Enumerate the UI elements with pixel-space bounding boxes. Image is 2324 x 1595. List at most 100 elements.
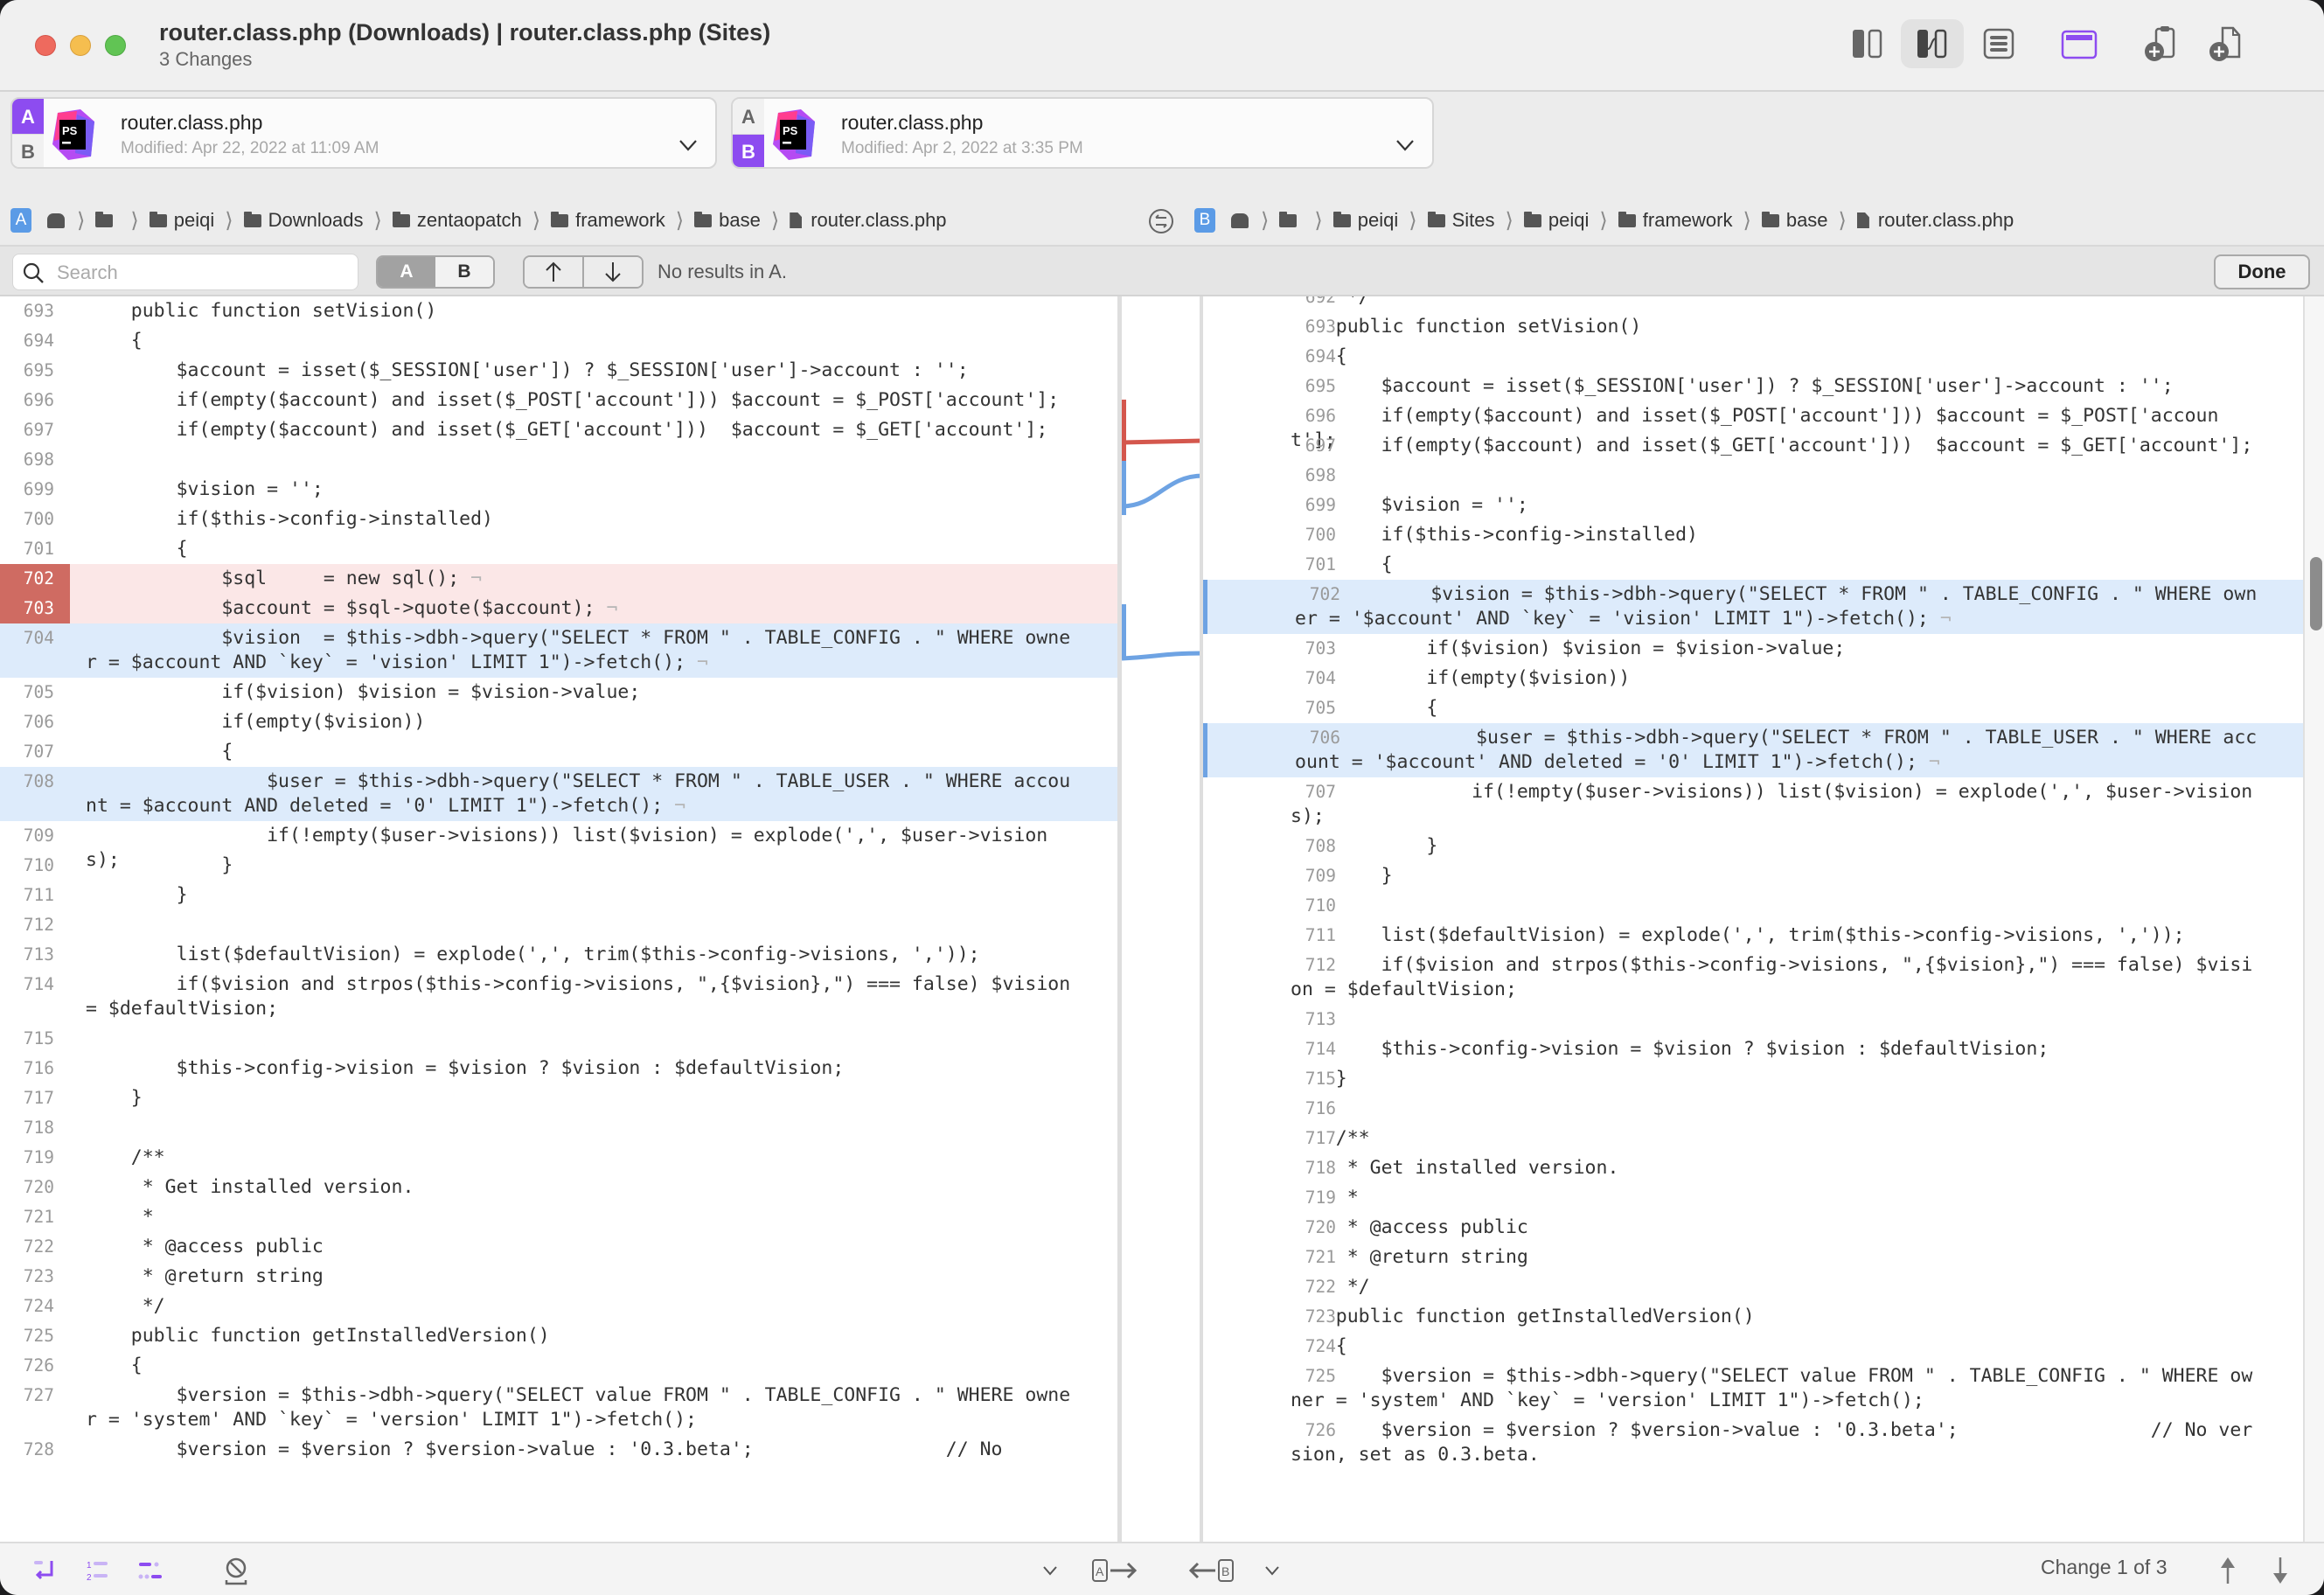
breadcrumb-item[interactable]: router.class.php: [790, 209, 947, 232]
file-b-code-pane[interactable]: 692 */693 public function setVision() 694…: [1203, 296, 2303, 1542]
code-text: $this->config->vision = $vision ? $visio…: [86, 1057, 845, 1079]
copy-b-to-a-button[interactable]: B: [1184, 1556, 1236, 1585]
code-line: 720 * Get installed version.: [0, 1173, 1117, 1202]
line-number: 719: [23, 1147, 54, 1167]
chevron-down-icon[interactable]: [1394, 134, 1416, 157]
folder-icon: [1427, 211, 1445, 227]
next-result-button[interactable]: [582, 257, 642, 287]
search-field: [12, 254, 358, 290]
breadcrumb-item[interactable]: peiqi: [1332, 209, 1398, 232]
wrap-lines-button[interactable]: [26, 1556, 61, 1585]
window-title: router.class.php (Downloads) | router.cl…: [159, 19, 771, 45]
search-scope-b[interactable]: B: [435, 257, 493, 287]
side-b-toggle[interactable]: B: [12, 134, 44, 167]
folder-icon: [1618, 211, 1636, 227]
chevron-right-icon: ⟩: [1505, 208, 1513, 233]
side-b-toggle[interactable]: B: [733, 134, 764, 167]
breadcrumb-item[interactable]: peiqi: [1523, 209, 1589, 232]
breadcrumb-item[interactable]: base: [1761, 209, 1828, 232]
search-input[interactable]: [57, 260, 345, 286]
file-b-selector[interactable]: A B PS router.class.php Modified: Apr 2,…: [731, 97, 1434, 169]
whitespace-button[interactable]: [133, 1556, 168, 1585]
code-text: public function getInstalledVersion(): [86, 1325, 550, 1347]
line-number: 724: [23, 1296, 54, 1316]
line-number: 700: [23, 509, 54, 529]
arrow-down-icon: [2273, 1557, 2287, 1584]
code-text: }: [86, 854, 233, 876]
previous-change-button[interactable]: [2212, 1556, 2244, 1585]
copy-a-right-icon: A: [1092, 1559, 1138, 1582]
breadcrumb-item[interactable]: zentaopatch: [392, 209, 522, 232]
code-text: }: [1291, 835, 1438, 857]
breadcrumb-item[interactable]: [95, 211, 120, 227]
breadcrumb-item[interactable]: router.class.php: [1856, 209, 2014, 232]
line-number: 695: [23, 360, 54, 380]
copy-a-to-b-button[interactable]: A: [1089, 1556, 1142, 1585]
swap-sides-icon[interactable]: [1147, 207, 1175, 235]
unified-view-button[interactable]: [1967, 19, 2030, 68]
svg-text:B: B: [1221, 1564, 1229, 1578]
changed-line: 706 $user = $this->dbh->query("SELECT * …: [1203, 723, 2303, 777]
line-number: 722: [23, 1236, 54, 1257]
code-text: * @return string: [86, 1265, 324, 1287]
line-ending-marker: ¬: [663, 795, 686, 817]
add-from-clipboard-button[interactable]: [2130, 19, 2193, 68]
code-line: 725 public function getInstalledVersion(…: [0, 1321, 1117, 1351]
phpstorm-file-icon: PS: [52, 109, 94, 160]
line-number: 701: [23, 539, 54, 559]
code-line: 712 if($vision and strpos($this->config-…: [1203, 951, 2303, 1005]
code-line: 720 * @access public: [1203, 1213, 2303, 1243]
side-a-toggle[interactable]: A: [12, 99, 44, 135]
code-text: }: [1291, 1068, 1347, 1090]
breadcrumb-item[interactable]: framework: [551, 209, 665, 232]
close-window-button[interactable]: [35, 35, 56, 56]
search-bar: A B No results in A. Done: [0, 247, 2324, 296]
code-line: 700 if($this->config->installed): [0, 505, 1117, 534]
file-a-code-pane[interactable]: 693 public function setVision() 694 {695 …: [0, 296, 1117, 1542]
code-text: /**: [86, 1146, 165, 1168]
breadcrumb-item[interactable]: [1231, 212, 1250, 228]
next-change-button[interactable]: [2265, 1556, 2296, 1585]
scrollbar-thumb[interactable]: [2310, 557, 2322, 630]
breadcrumb-item[interactable]: [1279, 211, 1304, 227]
minimize-window-button[interactable]: [70, 35, 91, 56]
add-file-button[interactable]: [2195, 19, 2258, 68]
chevron-right-icon: ⟩: [770, 208, 780, 233]
side-by-side-view-button[interactable]: [1836, 19, 1899, 68]
chevron-right-icon: ⟩: [1409, 208, 1417, 233]
vertical-scrollbar[interactable]: [2303, 296, 2324, 1542]
line-numbers-button[interactable]: 1 2: [80, 1556, 115, 1585]
chevron-down-icon[interactable]: [677, 134, 699, 157]
breadcrumb-item[interactable]: framework: [1618, 209, 1732, 232]
code-line: 707 if(!empty($user->visions)) list($vis…: [1203, 777, 2303, 832]
code-text: * @access public: [1291, 1216, 1528, 1238]
breadcrumb-item[interactable]: base: [694, 209, 761, 232]
previous-result-button[interactable]: [525, 257, 582, 287]
file-a-selector[interactable]: A B PS router.class.php Modified: Apr 22…: [10, 97, 717, 169]
window-panel-icon: [2061, 30, 2098, 59]
breadcrumb-item[interactable]: peiqi: [149, 209, 214, 232]
zoom-window-button[interactable]: [105, 35, 126, 56]
line-number: 710: [1305, 895, 1336, 916]
file-b-modified: Modified: Apr 2, 2022 at 3:35 PM: [841, 139, 1083, 157]
chevron-right-icon: ⟩: [1743, 208, 1751, 233]
code-text: if($this->config->installed): [1291, 524, 1698, 546]
breadcrumb-item[interactable]: Downloads: [243, 209, 364, 232]
merge-options-a-dropdown[interactable]: [1037, 1556, 1063, 1585]
merge-options-b-dropdown[interactable]: [1259, 1556, 1285, 1585]
code-text: if($vision) $vision = $vision->value;: [86, 681, 641, 703]
ignore-whitespace-button[interactable]: [219, 1556, 254, 1585]
breadcrumb-item[interactable]: [47, 212, 66, 228]
connected-view-button[interactable]: [1901, 19, 1964, 68]
line-number: 706: [23, 712, 54, 732]
side-a-toggle[interactable]: A: [733, 99, 764, 135]
breadcrumb-item[interactable]: Sites: [1427, 209, 1495, 232]
show-window-panel-button[interactable]: [2048, 19, 2111, 68]
code-text: $version = $version ? $version->value : …: [86, 1438, 1003, 1460]
chevron-down-icon: [1265, 1566, 1279, 1576]
code-line: 713 list($defaultVision) = explode(',', …: [0, 940, 1117, 970]
folder-icon: [392, 211, 410, 227]
done-button[interactable]: Done: [2214, 254, 2310, 289]
breadcrumb-label: Downloads: [268, 209, 364, 231]
search-scope-a[interactable]: A: [378, 257, 435, 287]
